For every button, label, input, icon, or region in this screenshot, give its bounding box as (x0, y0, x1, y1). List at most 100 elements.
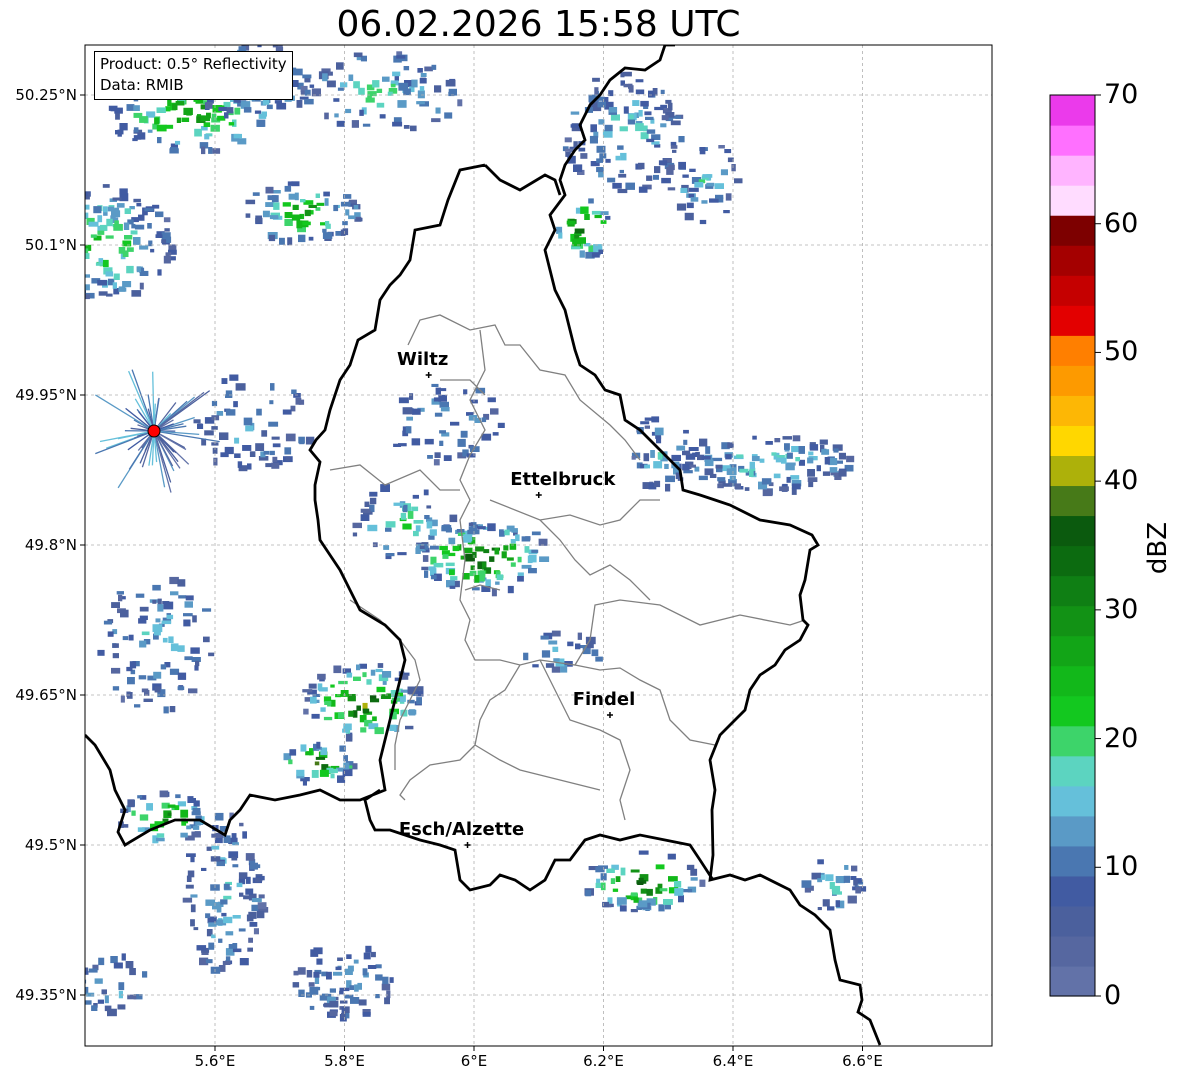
echo-cell (638, 162, 645, 170)
echo-cell (226, 107, 234, 114)
echo-cell (588, 198, 594, 204)
echo-cell (775, 457, 781, 463)
echo-cell (103, 259, 109, 268)
echo-cell (786, 452, 793, 459)
echo-cell (653, 174, 659, 180)
echo-cell (296, 100, 303, 108)
echo-cell (749, 461, 755, 470)
echo-cell (157, 137, 162, 144)
echo-cell (427, 455, 433, 459)
echo-cell (157, 269, 162, 276)
echo-cell (620, 152, 627, 161)
echo-cell (329, 1000, 339, 1008)
echo-cell (532, 664, 539, 668)
echo-cell (176, 117, 181, 123)
echo-cell (855, 886, 861, 894)
echo-cell (201, 146, 206, 155)
echo-cell (326, 80, 336, 88)
city-label: Wiltz (397, 349, 449, 370)
echo-cell (242, 831, 247, 839)
echo-cell (88, 968, 98, 973)
echo-cell (301, 221, 311, 226)
echo-cell (118, 982, 125, 991)
echo-cell (667, 187, 676, 191)
echo-cell (285, 456, 291, 461)
echo-cell (99, 224, 108, 231)
echo-cell (646, 888, 653, 896)
echo-cell (170, 643, 179, 652)
echo-cell (372, 716, 377, 722)
echo-cell (122, 281, 132, 288)
echo-cell (749, 469, 754, 477)
colorbar-segment (1050, 335, 1095, 366)
echo-cell (567, 641, 574, 647)
echo-cell (126, 692, 133, 699)
echo-cell (337, 87, 344, 91)
echo-cell (594, 87, 599, 95)
echo-cell (345, 209, 350, 216)
echo-cell (430, 545, 439, 550)
echo-cell (126, 666, 133, 672)
echo-cell (34, 224, 41, 231)
echo-cell (269, 215, 279, 220)
echo-cell (308, 236, 314, 241)
echo-cell (356, 664, 361, 671)
echo-cell (385, 527, 392, 532)
echo-cell (798, 446, 805, 454)
echo-cell (167, 812, 172, 816)
echo-cell (430, 574, 437, 580)
echo-cell (105, 235, 114, 239)
echo-cell (720, 169, 728, 176)
echo-cell (374, 727, 384, 735)
echo-cell (138, 214, 145, 221)
echo-cell (648, 90, 654, 98)
echo-cell (540, 635, 549, 640)
echo-cell (205, 899, 216, 906)
echo-cell (594, 214, 602, 219)
echo-cell (630, 869, 640, 873)
echo-cell (113, 273, 120, 280)
echo-cell (609, 107, 618, 113)
echo-cell (332, 768, 338, 774)
radar-site-marker[interactable] (147, 424, 161, 438)
echo-cell (377, 663, 384, 668)
lon-tick-label: 6°E (460, 1052, 488, 1070)
echo-cell (127, 677, 135, 685)
echo-cell (531, 549, 539, 553)
lat-tick-label: 49.65°N (15, 686, 77, 704)
echo-cell (548, 640, 558, 645)
echo-cell (102, 184, 110, 188)
echo-cell (494, 547, 500, 555)
echo-cell (617, 145, 624, 150)
echo-cell (528, 568, 537, 574)
echo-cell (369, 491, 378, 497)
echo-cell (74, 269, 80, 273)
colorbar-segment (1050, 785, 1095, 817)
echo-cell (398, 82, 409, 91)
echo-cell (117, 1004, 126, 1010)
echo-cell (694, 182, 704, 188)
echo-cell (203, 122, 211, 127)
echo-cell (558, 232, 563, 239)
data-source-label: Data: RMIB (100, 76, 184, 94)
echo-cell (68, 190, 75, 198)
radar-map[interactable] (0, 0, 1184, 1081)
echo-cell (272, 190, 281, 194)
echo-cell (205, 959, 213, 964)
echo-cell (744, 487, 750, 491)
echo-cell (183, 619, 191, 627)
echo-cell (646, 129, 656, 134)
echo-cell (487, 523, 496, 532)
echo-cell (170, 147, 179, 152)
city-marker (425, 372, 432, 378)
colorbar-segment (1050, 575, 1095, 607)
echo-cell (417, 90, 425, 99)
colorbar-segment (1050, 755, 1095, 787)
echo-cell (292, 204, 299, 210)
echo-cell (605, 215, 611, 220)
echo-cell (37, 227, 45, 230)
echo-cell (136, 203, 142, 207)
echo-cell (191, 811, 201, 816)
lat-tick-label: 49.8°N (24, 536, 77, 554)
colorbar-segment (1050, 425, 1095, 456)
